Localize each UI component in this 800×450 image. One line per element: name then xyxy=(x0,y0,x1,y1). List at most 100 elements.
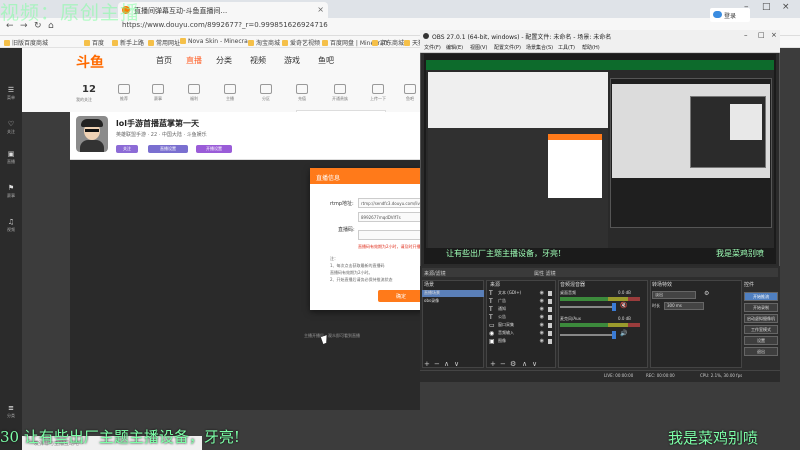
duration-input[interactable]: 300 ms xyxy=(664,302,704,310)
add-source-icon[interactable]: + xyxy=(490,360,496,368)
scene-item[interactable]: obs录像 xyxy=(422,298,484,305)
mixer-track-value: 0.0 dB xyxy=(618,290,631,295)
lock-icon[interactable] xyxy=(548,331,552,336)
left-nav-menu[interactable]: ☰ 菜单 xyxy=(0,86,22,101)
site-logo[interactable]: 斗鱼 xyxy=(76,52,104,72)
transition-select[interactable]: 淡出 xyxy=(652,291,696,299)
nav-games[interactable]: 游戏 xyxy=(284,55,300,66)
stream-code-field-2[interactable] xyxy=(358,230,424,240)
left-nav-video[interactable]: ♫ 视频 xyxy=(0,218,22,233)
exit-button[interactable]: 退出 xyxy=(744,347,778,356)
nav-live[interactable]: 直播 xyxy=(186,55,202,66)
nav-video[interactable]: 视频 xyxy=(250,55,266,66)
start-settings-button[interactable]: 开播设置 xyxy=(196,145,232,153)
obs-menu-tools[interactable]: 工具(T) xyxy=(558,44,575,51)
cloud-login-tag[interactable]: 登录 xyxy=(710,8,750,22)
nav-category[interactable]: 分类 xyxy=(216,55,232,66)
volume-slider[interactable] xyxy=(560,334,616,336)
bookmark-item[interactable]: 旧版百度商城 xyxy=(4,38,48,47)
close-window-icon[interactable]: × xyxy=(782,2,790,12)
menu-icon: ☰ xyxy=(7,86,15,94)
obs-maximize-icon[interactable]: □ xyxy=(758,31,765,39)
virtual-camera-button[interactable]: 启动虚拟摄像机 xyxy=(744,314,778,323)
lock-icon[interactable] xyxy=(548,315,552,320)
url-field[interactable]: https://www.douyu.com/8992677?_r=0.99985… xyxy=(118,19,418,32)
start-streaming-button[interactable]: 开始推流 xyxy=(744,292,778,301)
bookmark-item[interactable]: 京东商城 xyxy=(372,38,404,47)
source-item[interactable]: ◉ 音频输入 ◉ xyxy=(488,330,554,338)
bookmark-item[interactable]: 百度 xyxy=(84,38,104,47)
source-item[interactable]: ▭ 窗口采集 ◉ xyxy=(488,322,554,330)
remove-scene-icon[interactable]: − xyxy=(434,360,440,368)
text-icon: T xyxy=(489,306,493,313)
obs-menu-scene-collection[interactable]: 场景集合(S) xyxy=(526,44,553,51)
source-item[interactable]: T 文本 (GDI+) ◉ xyxy=(488,290,554,298)
volume-slider-knob[interactable] xyxy=(612,303,616,311)
source-item[interactable]: ▣ 图像 ◉ xyxy=(488,338,554,346)
lock-icon[interactable] xyxy=(548,291,552,296)
visibility-eye-icon[interactable]: ◉ xyxy=(540,298,544,304)
source-item[interactable]: T 公告 ◉ xyxy=(488,314,554,322)
visibility-eye-icon[interactable]: ◉ xyxy=(540,338,544,344)
move-down-icon[interactable]: ∨ xyxy=(532,360,537,368)
start-recording-button[interactable]: 开始录制 xyxy=(744,303,778,312)
obs-menu-profile[interactable]: 配置文件(P) xyxy=(494,44,521,51)
volume-slider-knob[interactable] xyxy=(612,331,616,339)
add-scene-icon[interactable]: + xyxy=(424,360,430,368)
left-nav-follow[interactable]: ♡ 关注 xyxy=(0,120,22,135)
obs-menu-edit[interactable]: 编辑(E) xyxy=(446,44,463,51)
left-nav-category[interactable]: ≡ 分类 xyxy=(0,404,22,419)
studio-mode-button[interactable]: 工作室模式 xyxy=(744,325,778,334)
remove-source-icon[interactable]: − xyxy=(500,360,506,368)
source-item[interactable]: T 通知 ◉ xyxy=(488,306,554,314)
speaker-muted-icon[interactable]: 🔇 xyxy=(620,302,627,309)
follow-button[interactable]: 关注 xyxy=(116,145,138,153)
obs-menu-file[interactable]: 文件(F) xyxy=(424,44,441,51)
bookmark-item[interactable]: 爱奇艺视频 xyxy=(282,38,320,47)
scene-item[interactable]: 直播场景 xyxy=(422,290,484,297)
properties-filters-buttons[interactable]: 属性 滤镜 xyxy=(534,270,556,277)
source-settings-icon[interactable]: ⚙ xyxy=(510,360,516,368)
left-nav-live[interactable]: ▣ 直播 xyxy=(0,150,22,165)
live-settings-button[interactable]: 直播设置 xyxy=(148,145,188,153)
visibility-eye-icon[interactable]: ◉ xyxy=(540,314,544,320)
maximize-icon[interactable]: □ xyxy=(762,2,771,12)
settings-button[interactable]: 设置 xyxy=(744,336,778,345)
mixer-track-label: 桌面音频 xyxy=(560,290,576,295)
bookmark-item[interactable]: 新手上路 xyxy=(112,38,144,47)
nav-home[interactable]: 首页 xyxy=(156,55,172,66)
speaker-icon[interactable]: 🔊 xyxy=(620,330,627,337)
rtmp-address-field[interactable]: rtmp://sendfc3.douyu.com/live xyxy=(358,198,424,208)
obs-menu-help[interactable]: 帮助(H) xyxy=(582,44,600,51)
avatar[interactable] xyxy=(76,116,108,152)
visibility-eye-icon[interactable]: ◉ xyxy=(540,290,544,296)
confirm-button[interactable]: 确定 xyxy=(378,290,424,302)
bookmark-item[interactable]: 淘宝商城 xyxy=(248,38,280,47)
lock-icon[interactable] xyxy=(548,323,552,328)
obs-minimize-icon[interactable]: – xyxy=(744,31,748,39)
heart-icon: ♡ xyxy=(7,120,15,128)
page-scrollbar[interactable] xyxy=(790,48,800,450)
visibility-eye-icon[interactable]: ◉ xyxy=(540,330,544,336)
lock-icon[interactable] xyxy=(548,299,552,304)
bookmark-item[interactable]: 常用网址 xyxy=(148,38,180,47)
visibility-eye-icon[interactable]: ◉ xyxy=(540,322,544,328)
nav-yuba[interactable]: 鱼吧 xyxy=(318,55,334,66)
transition-settings-icon[interactable]: ⚙ xyxy=(704,290,709,297)
source-name: 广告 xyxy=(498,298,506,303)
lock-icon[interactable] xyxy=(548,339,552,344)
volume-slider[interactable] xyxy=(560,306,616,308)
obs-menu-view[interactable]: 视图(V) xyxy=(470,44,487,51)
visibility-eye-icon[interactable]: ◉ xyxy=(540,306,544,312)
stream-code-field[interactable]: 8992677mqdDVIf7s xyxy=(358,212,424,222)
move-down-icon[interactable]: ∨ xyxy=(454,360,459,368)
move-up-icon[interactable]: ∧ xyxy=(444,360,449,368)
browser-tab[interactable]: 直播间弹幕互动-斗鱼直播间... × xyxy=(118,2,328,18)
source-item[interactable]: T 广告 ◉ xyxy=(488,298,554,306)
bookmark-item[interactable]: Nova Skin - Minecra... xyxy=(180,38,254,45)
close-tab-icon[interactable]: × xyxy=(317,5,324,14)
move-up-icon[interactable]: ∧ xyxy=(522,360,527,368)
lock-icon[interactable] xyxy=(548,307,552,312)
left-nav-events[interactable]: ⚑ 赛事 xyxy=(0,184,22,199)
obs-close-icon[interactable]: × xyxy=(771,31,777,39)
